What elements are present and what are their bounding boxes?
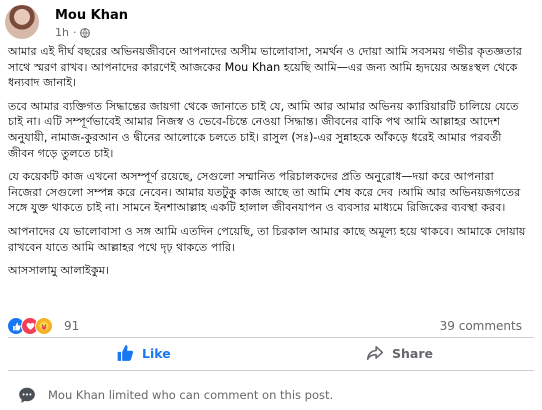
author-name[interactable]: Mou Khan bbox=[55, 8, 128, 23]
meta-separator: · bbox=[72, 26, 77, 39]
post-header: Mou Khan 1h · bbox=[0, 0, 542, 42]
post-actions: Like Share bbox=[0, 338, 542, 368]
post-paragraph: আপনাদের যে ভালোবাসা ও সঙ্গ আমি এতদিন পেয… bbox=[8, 224, 526, 254]
post-meta: 1h · bbox=[55, 26, 91, 39]
share-label: Share bbox=[392, 345, 433, 361]
post-paragraph: আমার এই দীর্ঘ বছরের অভিনয়জীবনে আপনাদের … bbox=[8, 45, 522, 90]
post-body: আমার এই দীর্ঘ বছরের অভিনয়জীবনে আপনাদের … bbox=[8, 44, 530, 287]
reaction-count[interactable]: 91 bbox=[64, 319, 79, 333]
post-paragraph: আসসালামু আলাইকুম। bbox=[8, 264, 109, 278]
post-paragraph: যে কয়েকটি কাজ এখনো অসম্পূর্ণ রয়েছে, সে… bbox=[8, 170, 521, 215]
reactions-bar: 91 39 comments bbox=[0, 317, 542, 337]
divider bbox=[8, 370, 534, 371]
thumbs-up-icon bbox=[117, 345, 134, 361]
comment-restriction-text: Mou Khan limited who can comment on this… bbox=[48, 388, 334, 402]
comment-restriction-notice: Mou Khan limited who can comment on this… bbox=[0, 382, 542, 408]
like-button[interactable]: Like bbox=[116, 338, 171, 368]
share-button[interactable]: Share bbox=[366, 338, 433, 368]
globe-icon bbox=[80, 27, 91, 38]
avatar[interactable] bbox=[5, 5, 39, 39]
share-icon bbox=[366, 346, 384, 360]
care-reaction-icon bbox=[35, 317, 53, 335]
reaction-icons[interactable] bbox=[7, 317, 53, 335]
comment-icon bbox=[19, 387, 35, 403]
post-time[interactable]: 1h bbox=[55, 26, 69, 39]
post-paragraph: তবে আমার ব্যক্তিগত সিদ্ধান্তের জায়গা থে… bbox=[8, 99, 519, 160]
comments-count[interactable]: 39 comments bbox=[440, 319, 522, 333]
like-label: Like bbox=[142, 345, 171, 361]
